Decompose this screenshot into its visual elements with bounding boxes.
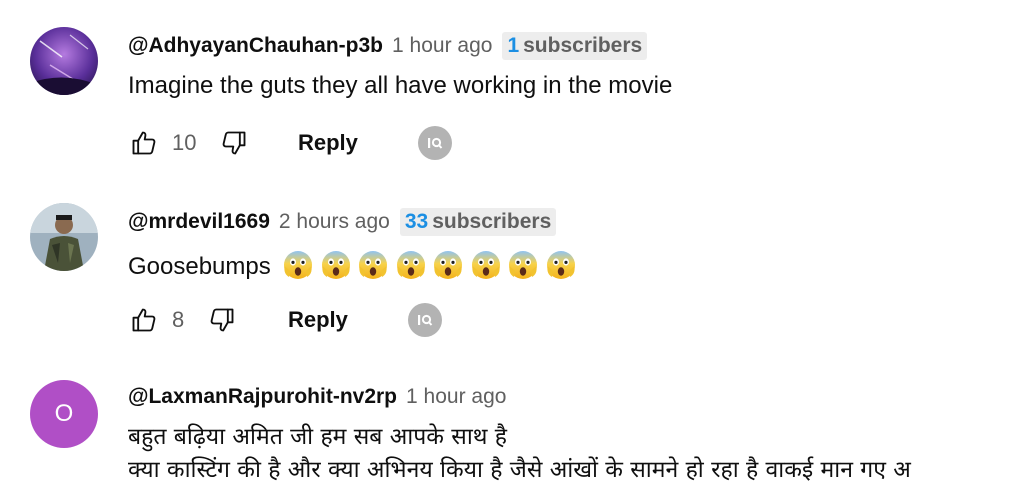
author-name[interactable]: @mrdevil1669 xyxy=(128,210,270,234)
comment-timestamp[interactable]: 2 hours ago xyxy=(279,210,390,234)
face-screaming-in-fear-icon xyxy=(471,250,501,280)
subscriber-label: subscribers xyxy=(432,210,552,233)
face-screaming-in-fear-icon xyxy=(321,250,351,280)
comment-timestamp[interactable]: 1 hour ago xyxy=(392,34,492,58)
reply-button[interactable]: Reply xyxy=(298,130,358,156)
face-screaming-in-fear-icon xyxy=(508,250,538,280)
subscriber-label: subscribers xyxy=(523,34,643,57)
thumbs-down-icon[interactable] xyxy=(218,127,250,159)
comment-text: Imagine the guts they all have working i… xyxy=(128,72,673,99)
emoji-row xyxy=(283,250,583,280)
face-screaming-in-fear-icon xyxy=(396,250,426,280)
comment-timestamp[interactable]: 1 hour ago xyxy=(406,385,506,409)
comment-actions: 10 Reply xyxy=(128,123,452,163)
comment-text: बहुत बढ़िया अमित जी हम सब आपके साथ है क्… xyxy=(128,421,911,487)
reply-button[interactable]: Reply xyxy=(288,307,348,333)
subscriber-badge: 1 subscribers xyxy=(502,32,648,60)
face-screaming-in-fear-icon xyxy=(433,250,463,280)
comment-text: Goosebumps xyxy=(128,250,583,281)
thumbs-up-icon[interactable] xyxy=(128,304,160,336)
comment-text-line: क्या कास्टिंग की है और क्या अभिनय किया ह… xyxy=(128,457,911,483)
subscriber-count: 1 xyxy=(507,34,520,57)
subscriber-count: 33 xyxy=(404,210,429,233)
subscriber-badge: 33 subscribers xyxy=(399,208,557,236)
thumbs-up-icon[interactable] xyxy=(128,127,160,159)
author-name[interactable]: @LaxmanRajpurohit-nv2rp xyxy=(128,385,397,409)
avatar-letter: O xyxy=(54,400,74,427)
comment-actions: 8 Reply xyxy=(128,300,442,340)
like-count: 10 xyxy=(172,130,197,155)
comment-text-body: Goosebumps xyxy=(128,253,271,280)
creator-badge-icon[interactable] xyxy=(407,303,442,337)
avatar[interactable] xyxy=(30,203,98,271)
thumbs-down-icon[interactable] xyxy=(206,304,238,336)
comment-text-line: बहुत बढ़िया अमित जी हम सब आपके साथ है xyxy=(128,424,507,450)
face-screaming-in-fear-icon xyxy=(546,250,576,280)
creator-badge-icon[interactable] xyxy=(417,126,452,160)
avatar[interactable]: O xyxy=(30,380,98,448)
author-name[interactable]: @AdhyayanChauhan-p3b xyxy=(128,34,383,58)
face-screaming-in-fear-icon xyxy=(283,250,313,280)
like-count: 8 xyxy=(172,307,185,332)
face-screaming-in-fear-icon xyxy=(358,250,388,280)
avatar[interactable] xyxy=(30,27,98,95)
